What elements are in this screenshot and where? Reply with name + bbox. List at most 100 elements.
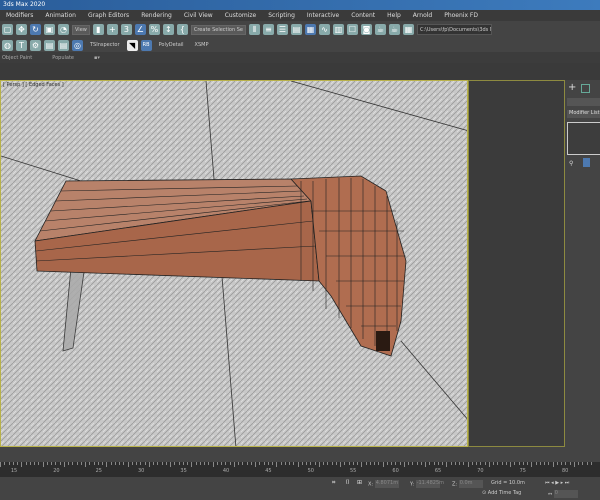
menu-customize[interactable]: Customize xyxy=(219,10,263,21)
grid-icon[interactable]: ▦ xyxy=(402,24,414,35)
ruler-tick xyxy=(182,462,184,465)
ruler-tick xyxy=(136,462,137,465)
menu-rendering[interactable]: Rendering xyxy=(135,10,178,21)
absolute-mode-icon[interactable]: ⊞ xyxy=(357,479,362,486)
snap-icon[interactable]: + xyxy=(106,24,118,35)
angle-snap-icon[interactable]: ∠ xyxy=(134,24,146,35)
ruler-tick xyxy=(416,462,418,465)
ribbon-toggle-icon[interactable]: ▪▾ xyxy=(94,55,100,61)
ruler-tick xyxy=(25,462,27,465)
selection-set-dropdown[interactable]: Create Selection Se xyxy=(190,24,246,35)
percent-snap-icon[interactable]: % xyxy=(148,24,160,35)
corner-icon[interactable]: ◥ xyxy=(126,39,138,51)
move-icon[interactable]: ✥ xyxy=(16,24,27,35)
show-end-result-icon[interactable] xyxy=(583,158,590,167)
menu-scripting[interactable]: Scripting xyxy=(262,10,301,21)
rb-button[interactable]: RB xyxy=(140,39,152,51)
ruler-tick xyxy=(255,462,256,467)
ruler-tick xyxy=(493,462,494,465)
ruler-tick xyxy=(216,462,218,465)
3d-snap-icon[interactable]: 3 xyxy=(120,24,132,35)
render-active-icon[interactable]: ☕ xyxy=(388,24,400,35)
tsinspector-icon[interactable]: ◎ xyxy=(72,39,83,51)
modifier-list-dropdown[interactable]: Modifier List xyxy=(567,110,600,118)
render-icon[interactable]: ☕ xyxy=(374,24,386,35)
pin-stack-icon[interactable]: ⚲ xyxy=(569,160,573,167)
select-icon[interactable]: ▢ xyxy=(2,24,13,35)
perspective-viewport[interactable]: [ Persp ] [ Edged Faces ] xyxy=(0,80,468,447)
add-time-tag[interactable]: ⊙ Add Time Tag xyxy=(482,490,521,496)
render-setup-icon[interactable]: ☐ xyxy=(346,24,358,35)
frame-value[interactable]: 0 xyxy=(553,490,578,498)
align-icon[interactable]: ≡ xyxy=(262,24,274,35)
ruler-tick xyxy=(284,462,286,465)
y-field[interactable]: -11.4825m xyxy=(415,480,444,488)
menu-modifiers[interactable]: Modifiers xyxy=(0,10,39,21)
spinner-snap-icon[interactable]: ↕ xyxy=(162,24,174,35)
menu-arnold[interactable]: Arnold xyxy=(407,10,438,21)
material-editor-icon[interactable]: ▥ xyxy=(332,24,344,35)
reference-coord-dropdown[interactable]: View xyxy=(72,24,90,35)
curve-editor-icon[interactable]: ▦ xyxy=(304,24,316,35)
tab-object-paint[interactable]: Object Paint xyxy=(2,55,32,61)
frame-label: 45 xyxy=(265,468,272,474)
ruler-tick xyxy=(552,462,554,467)
polydetail-button[interactable]: PolyDetail xyxy=(155,42,188,48)
tool3-icon[interactable]: ▤ xyxy=(58,39,69,51)
viewport-label[interactable]: [ Persp ] [ Edged Faces ] xyxy=(3,82,64,88)
frame-label: 40 xyxy=(222,468,230,474)
place-icon[interactable]: ◔ xyxy=(58,24,69,35)
ruler-tick xyxy=(97,462,99,465)
ruler-tick xyxy=(369,462,371,465)
current-frame-field[interactable]: ↔ 0 xyxy=(548,490,578,498)
shirt-icon[interactable]: T xyxy=(16,39,27,51)
xsmp-button[interactable]: XSMP xyxy=(191,42,213,48)
menu-content[interactable]: Content xyxy=(345,10,381,21)
menu-phoenix-fd[interactable]: Phoenix FD xyxy=(438,10,484,21)
ruler-tick xyxy=(144,462,146,465)
menu-interactive[interactable]: Interactive xyxy=(301,10,345,21)
ruler-tick xyxy=(484,462,486,465)
pivot-icon[interactable]: ▮ xyxy=(92,24,104,35)
z-field[interactable]: 0.0m xyxy=(458,480,483,488)
globe-icon[interactable]: ◍ xyxy=(2,39,13,51)
object-name-field[interactable] xyxy=(567,98,600,106)
edit-named-selection-icon[interactable]: { xyxy=(176,24,188,35)
ruler-tick xyxy=(238,462,239,465)
render-frame-icon[interactable]: ◙ xyxy=(360,24,372,35)
menu-help[interactable]: Help xyxy=(381,10,407,21)
layer-icon[interactable]: ☰ xyxy=(276,24,288,35)
ruler-tick xyxy=(535,462,537,465)
rotate-icon[interactable]: ↻ xyxy=(30,24,41,35)
x-coordinate: X: 4.8071m xyxy=(368,480,399,488)
modify-tab-icon[interactable] xyxy=(581,84,590,93)
create-tab-icon[interactable]: + xyxy=(568,82,576,93)
menu-graph-editors[interactable]: Graph Editors xyxy=(82,10,135,21)
playback-controls[interactable]: ⏮ ◂ ▶ ▸ ⏭ xyxy=(545,480,569,486)
lock-icon[interactable]: ⌷ xyxy=(346,479,350,487)
menu-civil-view[interactable]: Civil View xyxy=(178,10,219,21)
ribbon-icon[interactable]: ▤ xyxy=(290,24,302,35)
key-filter-icon[interactable]: ⌗ xyxy=(332,479,335,487)
menu-animation[interactable]: Animation xyxy=(39,10,82,21)
grid-size: Grid = 10.0m xyxy=(491,480,525,486)
ruler-tick xyxy=(272,462,273,465)
ruler-tick xyxy=(178,462,180,465)
tool2-icon[interactable]: ▤ xyxy=(44,39,55,51)
schematic-icon[interactable]: ∿ xyxy=(318,24,330,35)
ruler-tick xyxy=(323,462,324,465)
ruler-tick xyxy=(17,462,18,465)
ruler-tick xyxy=(548,462,550,465)
mirror-icon[interactable]: ⫴ xyxy=(248,24,260,35)
project-path[interactable]: C:\Users\fp\Documents\3ds Max xyxy=(416,24,492,35)
ruler-tick xyxy=(161,462,163,465)
x-field[interactable]: 4.8071m xyxy=(374,480,399,488)
tool-icon[interactable]: ⚙ xyxy=(30,39,41,51)
y-label: Y: xyxy=(410,481,415,488)
tsinspector-button[interactable]: TSInspector xyxy=(86,42,124,48)
modifier-stack[interactable] xyxy=(567,122,600,155)
ruler-tick xyxy=(459,462,460,465)
track-bar[interactable]: 15 20 25 30 35 40 45 50 55 60 65 70 75 80 xyxy=(0,462,600,477)
tab-populate[interactable]: Populate xyxy=(52,55,74,61)
scale-icon[interactable]: ▣ xyxy=(44,24,55,35)
